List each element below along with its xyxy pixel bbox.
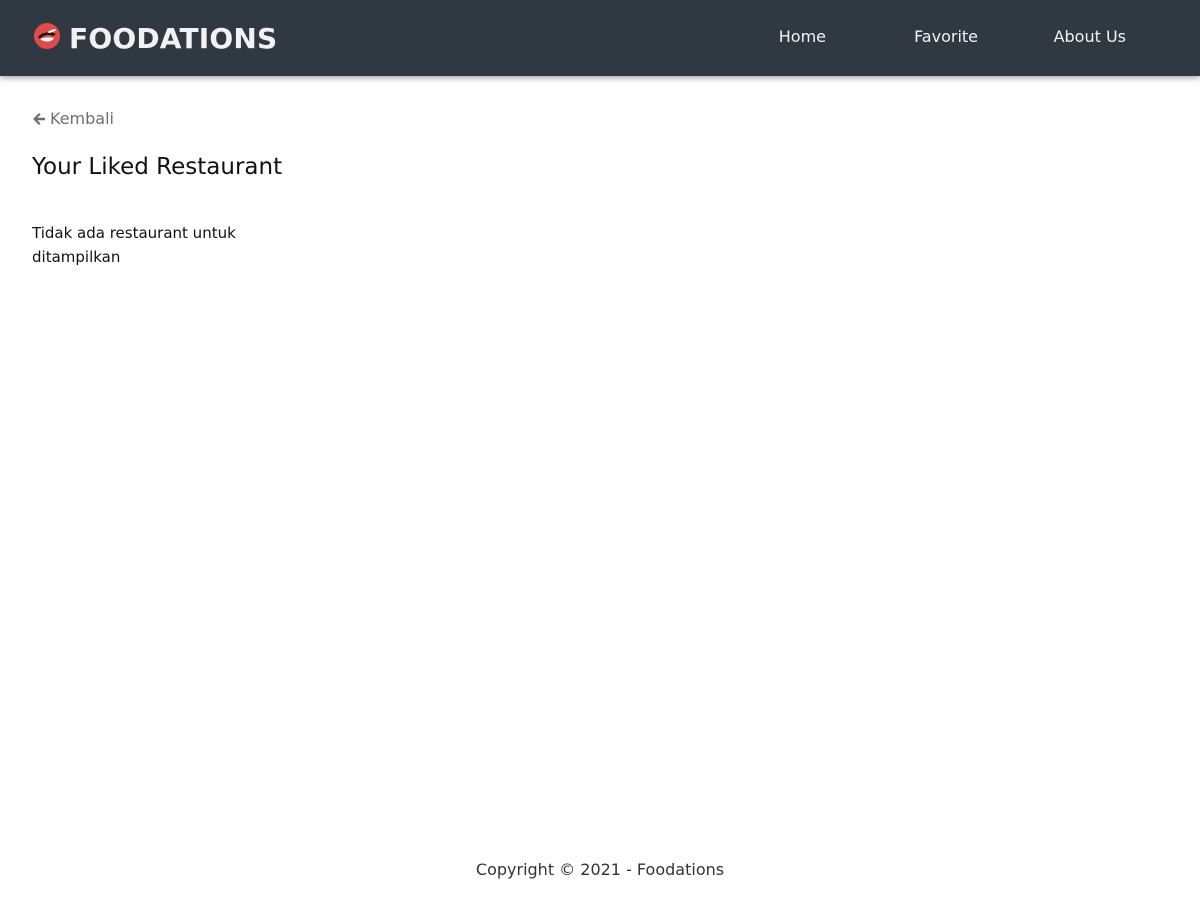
back-link-label: Kembali (50, 109, 114, 128)
nav-home-link[interactable]: Home (779, 27, 826, 46)
arrow-left-icon (33, 112, 45, 125)
nav-favorite-link[interactable]: Favorite (914, 27, 978, 46)
copyright-text: Copyright © 2021 - Foodations (475, 860, 725, 879)
brand-link[interactable]: FOODATIONS (33, 0, 277, 76)
brand-name: FOODATIONS (69, 21, 278, 55)
back-link[interactable]: Kembali (32, 109, 114, 128)
page-title: Your Liked Restaurant (32, 154, 283, 180)
footer: Copyright © 2021 - Foodations (0, 860, 1200, 879)
food-bowl-logo-icon (34, 23, 60, 49)
nav-about-link[interactable]: About Us (1054, 27, 1126, 46)
app-header: FOODATIONS Home Favorite About Us (0, 0, 1200, 76)
empty-state-message: Tidak ada restaurant untuk ditampilkan (32, 224, 236, 266)
